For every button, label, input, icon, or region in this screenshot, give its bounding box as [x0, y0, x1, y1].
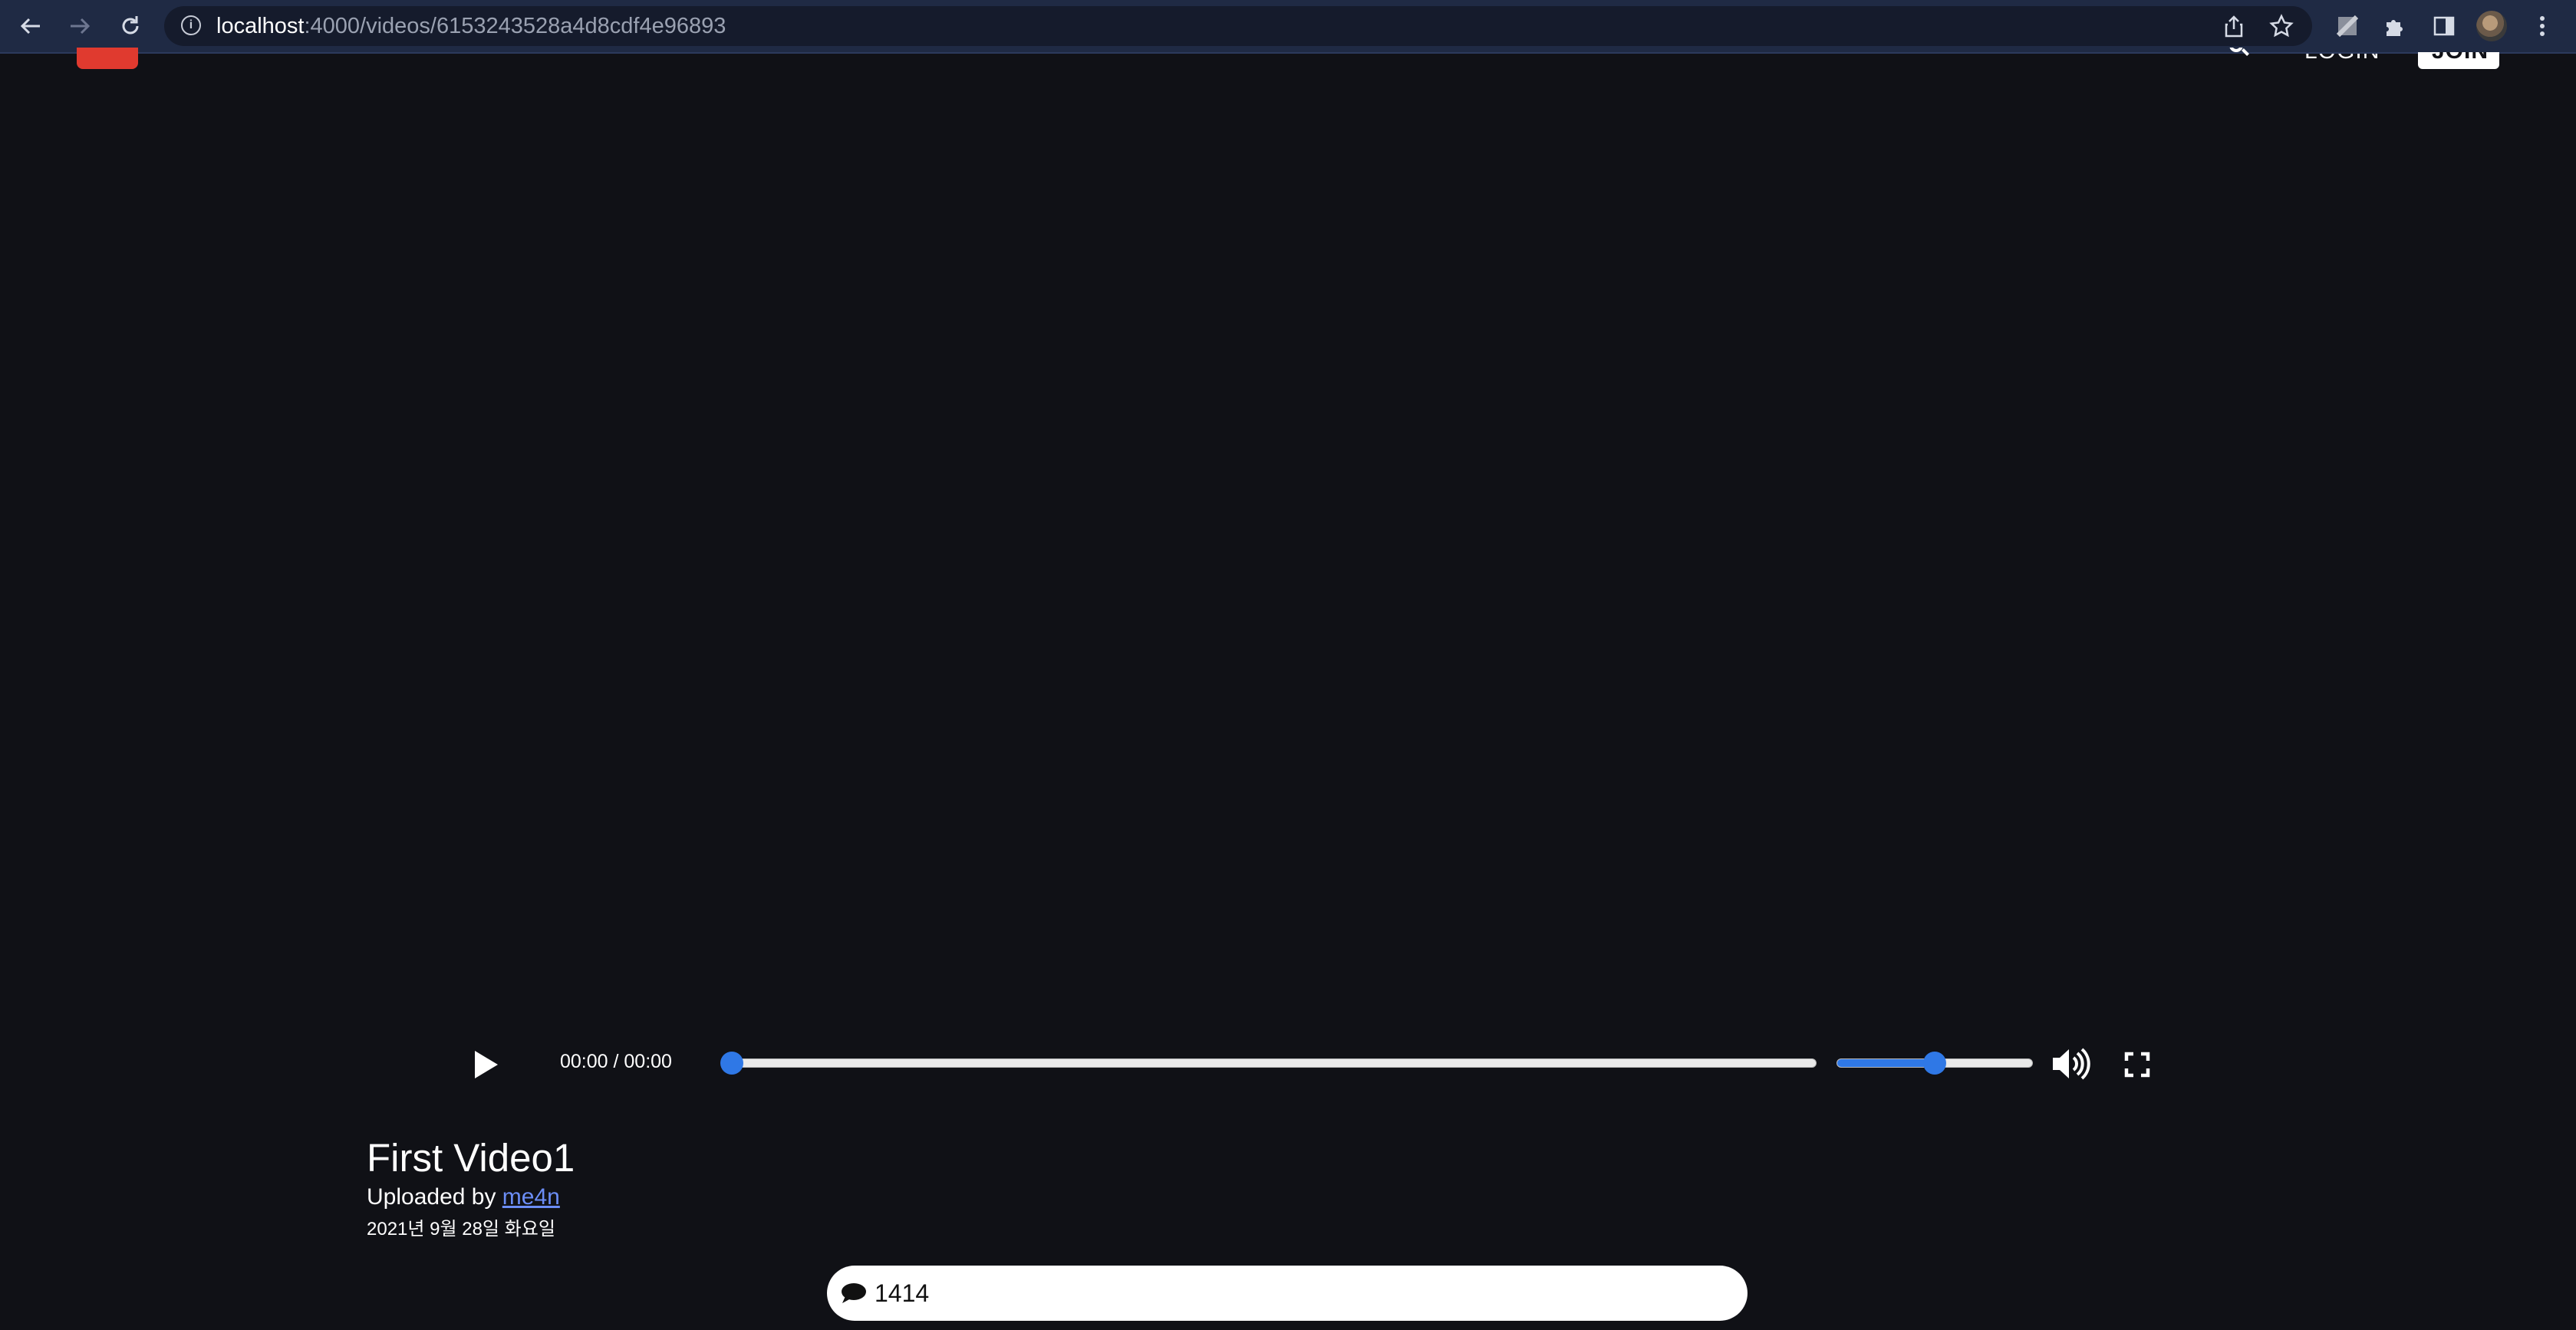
- star-icon[interactable]: [2269, 14, 2294, 38]
- comment-bar[interactable]: 1414: [827, 1266, 1748, 1321]
- sidepanel-icon[interactable]: [2429, 11, 2459, 41]
- forward-arrow-icon[interactable]: [63, 9, 97, 43]
- volume-fill: [1837, 1059, 1935, 1067]
- url-text: localhost:4000/videos/6153243528a4d8cdf4…: [216, 14, 726, 38]
- address-bar[interactable]: i localhost:4000/videos/6153243528a4d8cd…: [164, 6, 2312, 46]
- time-display: 00:00 / 00:00: [560, 1051, 672, 1072]
- upload-date: 2021년 9월 28일 화요일: [367, 1219, 555, 1239]
- uploader-link[interactable]: me4n: [502, 1184, 560, 1210]
- volume-icon[interactable]: [2050, 1046, 2091, 1081]
- share-icon[interactable]: [2222, 14, 2246, 38]
- uploaded-by: Uploaded by me4n: [367, 1184, 560, 1210]
- uploaded-by-label: Uploaded by: [367, 1184, 502, 1210]
- volume-slider[interactable]: [1836, 1052, 2033, 1075]
- play-button[interactable]: [466, 1048, 500, 1081]
- kebab-menu-icon[interactable]: [2527, 11, 2558, 41]
- puzzle-icon[interactable]: [2380, 11, 2410, 41]
- extension-icon[interactable]: [2332, 11, 2363, 41]
- info-icon[interactable]: i: [181, 15, 201, 35]
- comment-icon: [841, 1282, 867, 1304]
- video-player[interactable]: [0, 54, 2576, 1012]
- comment-count: 1414: [875, 1279, 930, 1307]
- video-title: First Video1: [367, 1136, 575, 1180]
- reload-icon[interactable]: [114, 9, 147, 43]
- browser-toolbar: i localhost:4000/videos/6153243528a4d8cd…: [0, 0, 2576, 54]
- back-arrow-icon[interactable]: [14, 9, 48, 43]
- timeline-thumb[interactable]: [720, 1052, 743, 1075]
- fullscreen-icon[interactable]: [2122, 1049, 2153, 1080]
- timeline-slider[interactable]: [720, 1052, 1817, 1075]
- volume-thumb[interactable]: [1923, 1052, 1946, 1075]
- play-icon: [475, 1051, 498, 1078]
- profile-avatar[interactable]: [2476, 11, 2507, 41]
